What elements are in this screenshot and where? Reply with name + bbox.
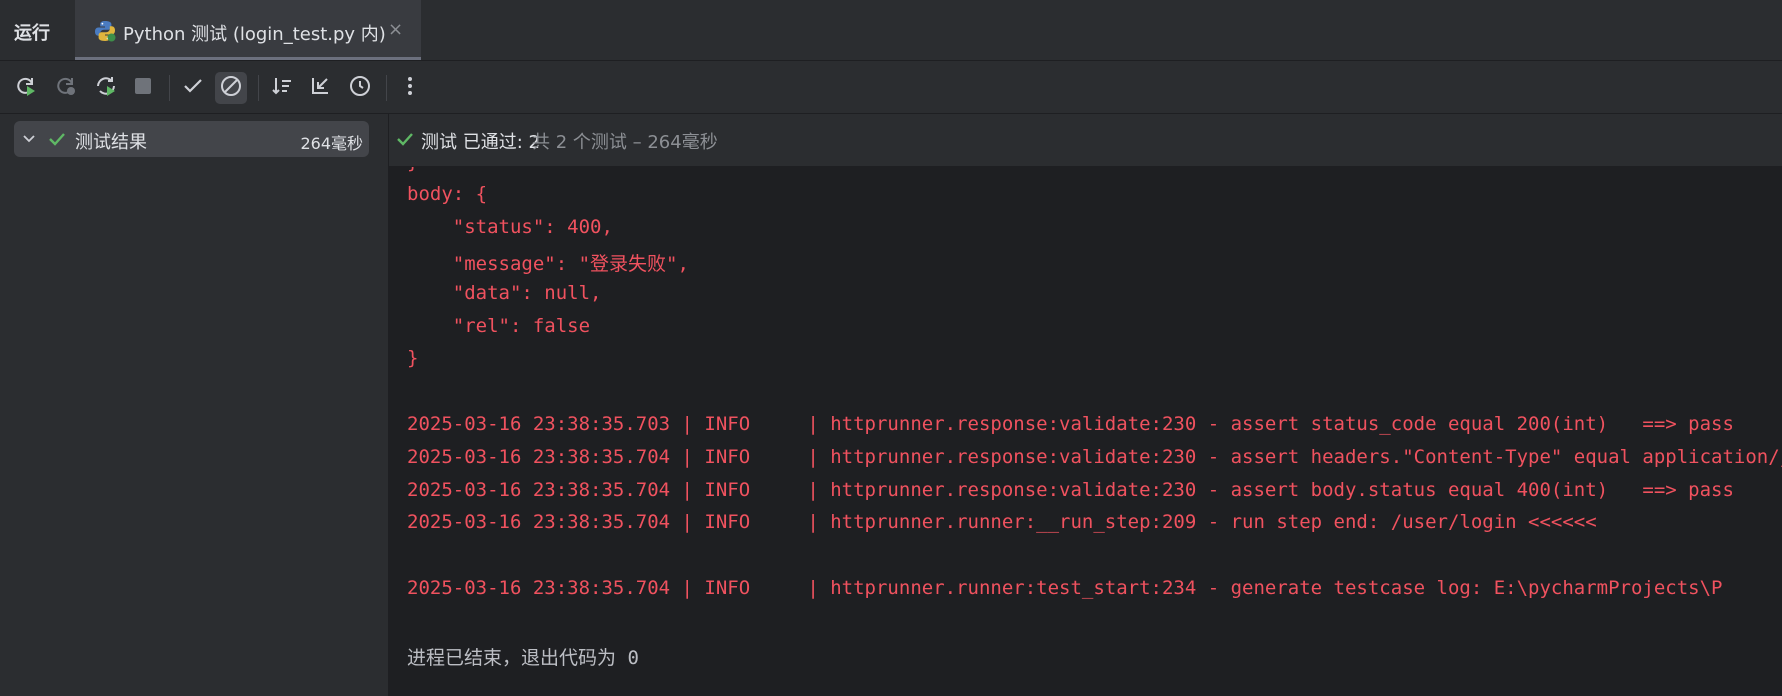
console-line: 2025-03-16 23:38:35.704 | INFO | httprun…	[407, 446, 1782, 468]
passed-check-icon	[395, 129, 415, 153]
tool-window-header: 运行 Python 测试 (login_test.py 内) ×	[0, 0, 1782, 61]
tab-label: Python 测试 (login_test.py 内)	[123, 24, 386, 45]
tool-window-title: 运行	[14, 23, 50, 44]
rerun-icon	[14, 74, 38, 102]
toolbar-separator	[386, 75, 387, 101]
console-line: body: {	[407, 183, 488, 205]
console-line: 2025-03-16 23:38:35.704 | INFO | httprun…	[407, 511, 1597, 533]
console-line: "rel": false	[407, 315, 591, 337]
collapse-all-button[interactable]	[304, 72, 336, 104]
sort-alphabetically-button[interactable]	[266, 72, 298, 104]
stop-button[interactable]	[127, 72, 159, 104]
more-vertical-icon	[398, 74, 422, 102]
console-line: "message": "登录失败",	[407, 253, 689, 275]
run-toolbar	[0, 61, 1782, 114]
toolbar-separator	[169, 75, 170, 101]
process-exit-line: 进程已结束，退出代码为 0	[407, 647, 639, 669]
console-line: 2025-03-16 23:38:35.703 | INFO | httprun…	[407, 413, 1734, 435]
toolbar-separator	[258, 75, 259, 101]
passed-check-icon	[47, 129, 67, 153]
tree-item-duration: 264毫秒	[300, 134, 363, 153]
test-tree: 测试结果 264毫秒	[0, 114, 389, 696]
close-icon[interactable]: ×	[388, 19, 403, 40]
console-output[interactable]: } body: { "status": 400, "message": "登录失…	[389, 167, 1782, 696]
sort-by-duration-button[interactable]	[344, 72, 376, 104]
console-line: "status": 400,	[407, 216, 613, 238]
tree-item-label: 测试结果	[75, 132, 147, 153]
console-line: "data": null,	[407, 282, 602, 304]
show-ignored-button[interactable]	[215, 72, 247, 104]
test-status-bar: 测试 已通过: 2 共 2 个测试 – 264毫秒	[389, 114, 1782, 167]
show-passed-button[interactable]	[177, 72, 209, 104]
tab-python-test[interactable]: Python 测试 (login_test.py 内) ×	[75, 0, 421, 60]
auto-rerun-icon	[94, 74, 118, 102]
rerun-button[interactable]	[10, 72, 42, 104]
rerun-failed-icon	[54, 74, 78, 102]
chevron-down-icon[interactable]	[20, 130, 38, 152]
more-options-button[interactable]	[394, 72, 426, 104]
stop-icon	[131, 74, 155, 102]
clock-icon	[348, 74, 372, 102]
ignored-icon	[219, 74, 243, 102]
toggle-auto-test-button[interactable]	[90, 72, 122, 104]
check-icon	[181, 74, 205, 102]
tests-count-summary: 共 2 个测试 – 264毫秒	[532, 132, 718, 153]
tree-item-test-results[interactable]: 测试结果 264毫秒	[14, 121, 369, 157]
console-line: 2025-03-16 23:38:35.704 | INFO | httprun…	[407, 577, 1723, 599]
console-line: }	[407, 347, 419, 369]
rerun-failed-button[interactable]	[50, 72, 82, 104]
console-line: }	[407, 167, 418, 173]
console-line: 2025-03-16 23:38:35.704 | INFO | httprun…	[407, 479, 1734, 501]
python-icon	[93, 19, 117, 43]
tests-passed-summary: 测试 已通过: 2	[421, 132, 540, 153]
sort-icon	[270, 74, 294, 102]
collapse-icon	[308, 74, 332, 102]
